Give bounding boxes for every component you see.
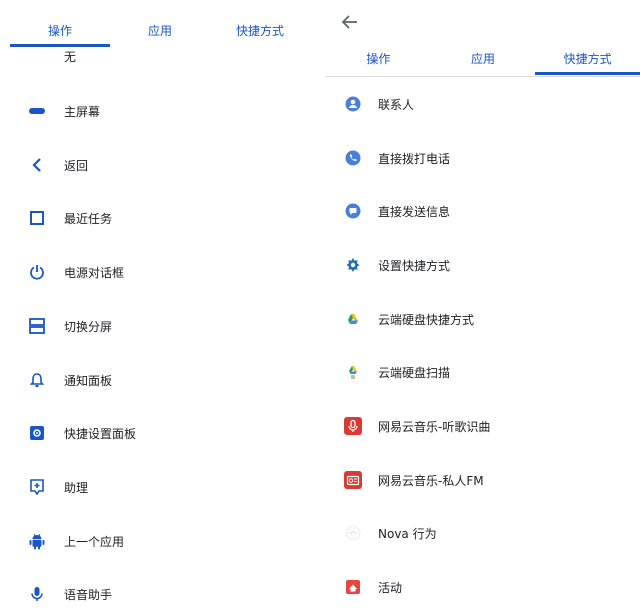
shortcut-label: 设置快捷方式 — [378, 258, 451, 273]
action-label: 切换分屏 — [64, 319, 113, 334]
action-label: 通知面板 — [64, 373, 113, 388]
shortcuts-panel: 操作 应用 快捷方式 联系人 直接拨打电话 直接发送信息 设置快捷方式 云端硬盘… — [326, 0, 640, 614]
drive-icon — [342, 308, 364, 330]
shortcut-contacts[interactable]: 联系人 — [326, 89, 640, 119]
tab-shortcuts[interactable]: 快捷方式 — [535, 46, 640, 75]
tab-apps[interactable]: 应用 — [431, 46, 536, 72]
back-chevron-icon — [26, 154, 48, 176]
action-none[interactable]: 无 — [64, 48, 76, 65]
power-icon — [26, 261, 48, 283]
shortcut-label: 直接拨打电话 — [378, 151, 451, 166]
action-quick-settings[interactable]: 快捷设置面板 — [0, 418, 320, 448]
action-voice-assistant[interactable]: 语音助手 — [0, 579, 320, 609]
action-recents[interactable]: 最近任务 — [0, 203, 320, 233]
shortcut-nova-action[interactable]: Nova 行为 — [326, 518, 640, 548]
shortcut-activity[interactable]: 活动 — [326, 572, 640, 602]
action-back[interactable]: 返回 — [0, 150, 320, 180]
assistant-icon — [26, 476, 48, 498]
action-label: 主屏幕 — [64, 104, 101, 119]
back-arrow-icon[interactable] — [338, 10, 362, 34]
shortcut-label: 云端硬盘扫描 — [378, 365, 451, 380]
action-home[interactable]: 主屏幕 — [0, 96, 320, 126]
action-notifications[interactable]: 通知面板 — [0, 365, 320, 395]
actions-panel: 操作 应用 快捷方式 无 主屏幕 返回 最近任务 电源对话框 切换分屏 通知面板… — [0, 0, 320, 614]
settings-panel-icon — [26, 422, 48, 444]
action-label: 电源对话框 — [64, 265, 125, 280]
home-pill-icon — [26, 100, 48, 122]
action-label: 语音助手 — [64, 587, 113, 602]
shortcut-label: 云端硬盘快捷方式 — [378, 312, 475, 327]
recents-square-icon — [26, 207, 48, 229]
nova-icon — [342, 522, 364, 544]
action-label: 上一个应用 — [64, 534, 125, 549]
action-assistant[interactable]: 助理 — [0, 472, 320, 502]
tab-bar: 操作 应用 快捷方式 — [326, 46, 640, 75]
mic-icon — [26, 583, 48, 605]
shortcut-netease-fm[interactable]: 网易云音乐-私人FM — [326, 465, 640, 495]
netease-mic-icon — [342, 415, 364, 437]
shortcut-direct-message[interactable]: 直接发送信息 — [326, 196, 640, 226]
gear-icon — [342, 254, 364, 276]
shortcut-drive-scan[interactable]: 云端硬盘扫描 — [326, 357, 640, 387]
shortcut-label: 活动 — [378, 580, 403, 595]
action-split-screen[interactable]: 切换分屏 — [0, 311, 320, 341]
action-label: 返回 — [64, 158, 89, 173]
shortcut-label: Nova 行为 — [378, 526, 437, 541]
split-screen-icon — [26, 315, 48, 337]
tab-apps[interactable]: 应用 — [110, 18, 210, 44]
tab-shortcuts[interactable]: 快捷方式 — [210, 18, 310, 44]
shortcut-label: 网易云音乐-听歌识曲 — [378, 419, 491, 434]
message-icon — [342, 200, 364, 222]
shortcut-netease-recognize[interactable]: 网易云音乐-听歌识曲 — [326, 411, 640, 441]
drive-scan-icon — [342, 361, 364, 383]
tab-divider — [326, 76, 640, 77]
tab-bar: 操作 应用 快捷方式 — [10, 18, 310, 47]
action-label: 快捷设置面板 — [64, 426, 137, 441]
bell-icon — [26, 369, 48, 391]
shortcut-label: 网易云音乐-私人FM — [378, 473, 484, 488]
shortcut-settings[interactable]: 设置快捷方式 — [326, 250, 640, 280]
action-label: 最近任务 — [64, 211, 113, 226]
phone-icon — [342, 147, 364, 169]
shortcut-label: 直接发送信息 — [378, 204, 451, 219]
netease-radio-icon — [342, 469, 364, 491]
shortcut-direct-call[interactable]: 直接拨打电话 — [326, 143, 640, 173]
action-label: 助理 — [64, 480, 89, 495]
tab-actions[interactable]: 操作 — [326, 46, 431, 72]
contact-icon — [342, 93, 364, 115]
tab-actions[interactable]: 操作 — [10, 18, 110, 47]
android-icon — [26, 530, 48, 552]
shortcut-label: 联系人 — [378, 97, 415, 112]
action-previous-app[interactable]: 上一个应用 — [0, 526, 320, 556]
action-power-dialog[interactable]: 电源对话框 — [0, 257, 320, 287]
shortcut-drive[interactable]: 云端硬盘快捷方式 — [326, 304, 640, 334]
activity-icon — [342, 576, 364, 598]
